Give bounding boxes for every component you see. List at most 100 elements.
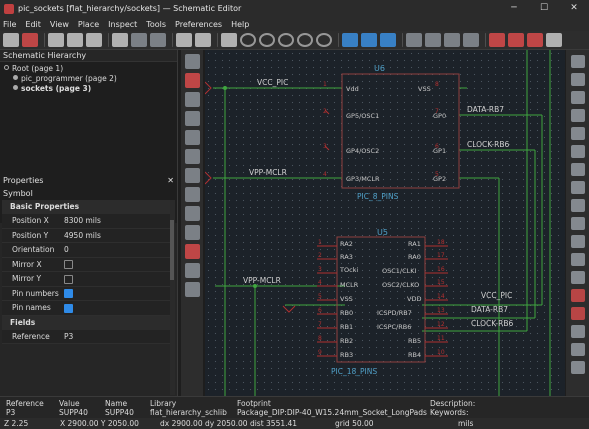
u6-value[interactable]: PIC_8_PINS (357, 192, 399, 201)
close-button[interactable]: ✕ (559, 0, 589, 17)
section-fields[interactable]: Fields (2, 315, 170, 330)
zoom-in-icon[interactable] (240, 33, 256, 47)
annotation-icon[interactable] (184, 244, 200, 259)
position-y-value[interactable]: 4950 mils (62, 231, 170, 240)
properties-scrollbar[interactable] (170, 200, 175, 395)
pin-numbers-checkbox[interactable] (64, 289, 73, 298)
navigate-back-icon[interactable] (342, 33, 358, 47)
net-label-clock-rb6[interactable]: CLOCK-RB6 (467, 140, 509, 149)
print-icon[interactable] (67, 33, 83, 47)
net-label-vpp-mclr[interactable]: VPP-MCLR (243, 276, 281, 285)
prop-row-orientation[interactable]: Orientation 0 (2, 243, 170, 258)
net-label-vcc-pic[interactable]: VCC_PIC (257, 78, 288, 87)
menu-file[interactable]: File (3, 20, 16, 29)
orientation-value[interactable]: 0 (62, 245, 170, 254)
net-label-vcc-pic[interactable]: VCC_PIC (481, 291, 512, 300)
menu-tools[interactable]: Tools (146, 20, 166, 29)
prop-row-reference[interactable]: Reference P3 (2, 330, 170, 344)
directive-label-icon[interactable] (570, 271, 585, 284)
add-bus-icon[interactable] (570, 145, 585, 158)
net-label-icon[interactable] (570, 217, 585, 230)
add-symbol-icon[interactable] (570, 91, 585, 104)
junction-icon[interactable] (570, 199, 585, 212)
prop-row-position-x[interactable]: Position X 8300 mils (2, 214, 170, 229)
junction-dot[interactable] (223, 86, 227, 90)
mirror-h-icon[interactable] (463, 33, 479, 47)
add-rectangle-icon[interactable] (570, 361, 585, 374)
symbol-u6[interactable]: U6 PIC_8_PINS Vdd GP5/OSC1 GP4/OSC2 GP3/… (323, 64, 460, 201)
zoom-fit-icon[interactable] (278, 33, 294, 47)
maximize-button[interactable]: ☐ (529, 0, 559, 17)
redo-icon[interactable] (150, 33, 166, 47)
wire-free-icon[interactable] (184, 225, 200, 240)
u5-reference[interactable]: U5 (377, 228, 388, 237)
cursor-icon[interactable] (184, 149, 200, 164)
net-label-data-rb7[interactable]: DATA-RB7 (467, 105, 504, 114)
units-mm-icon[interactable] (184, 130, 200, 145)
menu-place[interactable]: Place (78, 20, 99, 29)
add-power-icon[interactable] (570, 109, 585, 122)
paste-icon[interactable] (112, 33, 128, 47)
zoom-selection-icon[interactable] (316, 33, 332, 47)
add-text-icon[interactable] (570, 325, 585, 338)
add-sheet-icon[interactable] (570, 289, 585, 302)
zoom-out-icon[interactable] (259, 33, 275, 47)
undo-icon[interactable] (131, 33, 147, 47)
net-label-vpp-mclr[interactable]: VPP-MCLR (249, 168, 287, 177)
power-flag-icon[interactable] (205, 81, 212, 95)
power-flag-icon[interactable] (205, 171, 212, 185)
grid-icon[interactable] (184, 54, 200, 69)
wire-90-icon[interactable] (184, 206, 200, 221)
menu-help[interactable]: Help (231, 20, 249, 29)
schematic-canvas[interactable]: U6 PIC_8_PINS Vdd GP5/OSC1 GP4/OSC2 GP3/… (205, 50, 565, 396)
tree-item-pic-programmer[interactable]: pic_programmer (page 2) (4, 74, 177, 84)
navigate-forward-icon[interactable] (380, 33, 396, 47)
units-inch-icon[interactable] (184, 92, 200, 107)
erc-icon[interactable] (546, 33, 562, 47)
scrollbar-thumb[interactable] (170, 220, 174, 280)
units-mil-icon[interactable] (184, 111, 200, 126)
symbol-editor-icon[interactable] (489, 33, 505, 47)
navigate-up-icon[interactable] (361, 33, 377, 47)
reference-value[interactable]: P3 (62, 332, 170, 341)
rotate-ccw-icon[interactable] (406, 33, 422, 47)
symbol-library-icon[interactable] (508, 33, 524, 47)
close-icon[interactable]: ✕ (167, 175, 174, 186)
pin-check-icon[interactable] (184, 73, 200, 88)
menu-preferences[interactable]: Preferences (175, 20, 222, 29)
save-icon[interactable] (3, 33, 19, 47)
menu-view[interactable]: View (50, 20, 69, 29)
rotate-cw-icon[interactable] (425, 33, 441, 47)
pin-names-checkbox[interactable] (64, 303, 73, 313)
add-wire-icon[interactable] (570, 127, 585, 140)
refresh-icon[interactable] (221, 33, 237, 47)
net-label-clock-rb6[interactable]: CLOCK-RB6 (471, 319, 513, 328)
page-settings-icon[interactable] (48, 33, 64, 47)
wire-45-icon[interactable] (184, 187, 200, 202)
collapse-icon[interactable] (4, 65, 9, 70)
find-icon[interactable] (176, 33, 192, 47)
u6-reference[interactable]: U6 (374, 64, 385, 73)
find-replace-icon[interactable] (195, 33, 211, 47)
mirror-v-icon[interactable] (444, 33, 460, 47)
plot-icon[interactable] (86, 33, 102, 47)
symbol-u5[interactable]: U5 PIC_18_PINS RA2 RA3 TOcki MCLR VSS RB… (317, 228, 448, 376)
highlight-net-icon[interactable] (570, 73, 585, 86)
bus-entry-icon[interactable] (570, 163, 585, 176)
mirror-x-checkbox[interactable] (64, 260, 73, 269)
properties-panel-icon[interactable] (184, 282, 200, 297)
global-label-icon[interactable] (570, 235, 585, 248)
zoom-objects-icon[interactable] (297, 33, 313, 47)
ground-icon[interactable] (282, 305, 296, 313)
minimize-button[interactable]: ─ (499, 0, 529, 17)
add-textbox-icon[interactable] (570, 343, 585, 356)
select-icon[interactable] (570, 55, 585, 68)
menu-edit[interactable]: Edit (25, 20, 41, 29)
import-sheet-pin-icon[interactable] (570, 307, 585, 320)
prop-row-position-y[interactable]: Position Y 4950 mils (2, 229, 170, 243)
mirror-y-checkbox[interactable] (64, 274, 73, 284)
hier-label-icon[interactable] (570, 253, 585, 266)
u6-body[interactable] (341, 73, 460, 189)
position-x-value[interactable]: 8300 mils (62, 216, 170, 225)
tree-item-root[interactable]: Root (page 1) (4, 64, 177, 74)
